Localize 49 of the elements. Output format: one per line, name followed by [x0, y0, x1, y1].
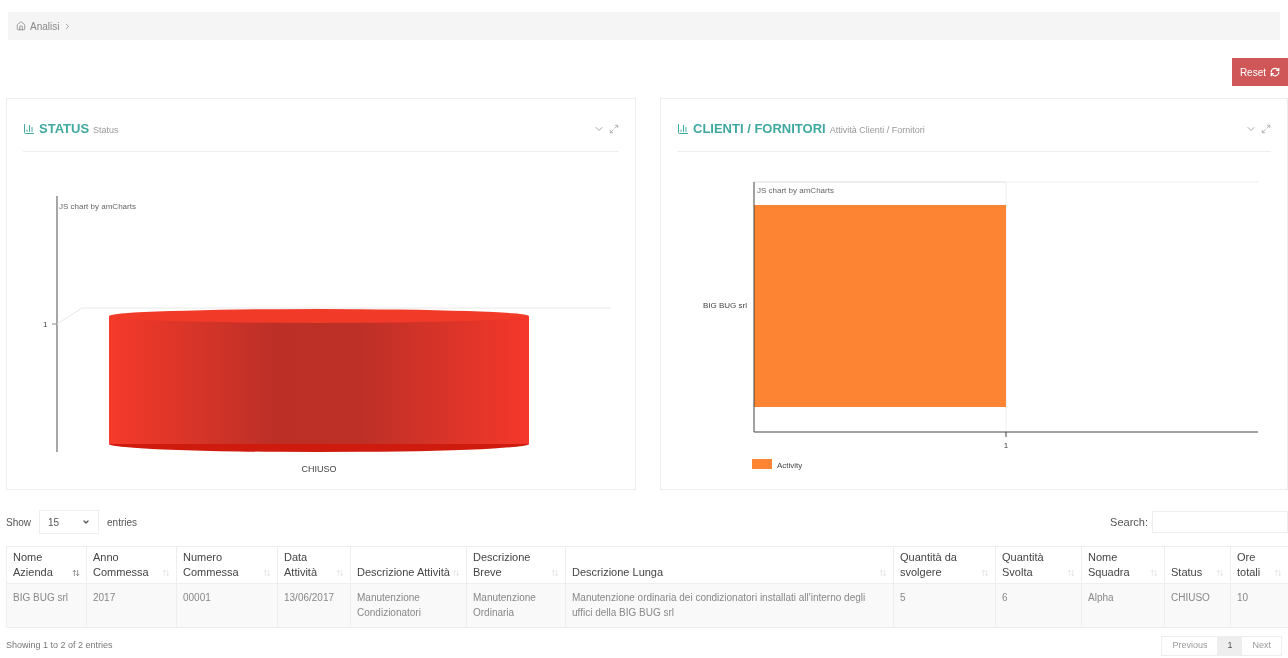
axis-tick-label: 1 — [43, 319, 48, 329]
column-header[interactable]: Descrizione Attività — [350, 546, 467, 584]
expand-icon[interactable] — [1261, 123, 1271, 134]
caret-icon — [82, 518, 90, 526]
table-cell: BIG BUG srl — [6, 583, 87, 628]
column-header[interactable]: Quantità Svolta — [995, 546, 1082, 584]
bar-chart-icon — [677, 122, 689, 135]
table-cell: 00001 — [176, 583, 278, 628]
column-header[interactable]: Status — [1164, 546, 1231, 584]
legend-swatch — [752, 458, 772, 469]
table-cell: 6 — [995, 583, 1082, 628]
column-header[interactable]: Ore totali — [1230, 546, 1288, 584]
show-label: Show — [6, 515, 31, 530]
axis-tick-label: 1 — [1003, 440, 1009, 450]
pagination-button[interactable]: 1 — [1217, 637, 1243, 655]
category-label: BIG BUG srl — [703, 300, 747, 310]
chart-credit: JS chart by amCharts — [757, 185, 834, 195]
table-cell: Manutenzione Condizionatori — [350, 583, 467, 628]
table-cell: Manutenzione ordinaria dei condizionatori installati all'interno degli uffici della BIG BUG srl — [565, 583, 894, 628]
table-cell: 13/06/2017 — [277, 583, 351, 628]
column-header[interactable]: Descrizione Breve — [466, 546, 566, 584]
category-label: CHIUSO — [301, 463, 337, 474]
panel-title: CLIENTI / FORNITORI — [693, 120, 826, 138]
column-header[interactable]: Nome Squadra — [1081, 546, 1165, 584]
legend-label: Activity — [777, 460, 803, 470]
reset-button[interactable]: Reset — [1231, 58, 1288, 86]
home-icon[interactable] — [16, 21, 26, 31]
table-cell: 5 — [893, 583, 996, 628]
table-info: Showing 1 to 2 of 2 entries — [6, 639, 113, 653]
column-header[interactable]: Anno Commessa — [86, 546, 177, 584]
chart-credit: JS chart by amCharts — [59, 201, 136, 211]
table-cell: 2017 — [86, 583, 177, 628]
search-label: Search: — [1110, 514, 1148, 530]
panel-subtitle: Status — [93, 124, 119, 137]
bar-chart-icon — [23, 122, 35, 135]
expand-icon[interactable] — [609, 123, 619, 134]
table-cell: Alpha — [1081, 583, 1165, 628]
table-cell: Manutenzione Ordinaria — [466, 583, 566, 628]
column-header[interactable]: Nome Azienda — [6, 546, 87, 584]
column-header[interactable]: Descrizione Lunga — [565, 546, 894, 584]
entries-label: entries — [107, 515, 138, 530]
panel-title: STATUS — [39, 120, 90, 138]
column-header[interactable]: Data Attività — [277, 546, 351, 584]
column-header[interactable]: Quantità da svolgere — [893, 546, 996, 584]
table-cell: CHIUSO — [1164, 583, 1231, 628]
refresh-icon — [1270, 67, 1280, 77]
page-size-select[interactable]: 15 — [39, 510, 99, 534]
column-header[interactable]: Numero Commessa — [176, 546, 278, 584]
panel-subtitle: Attività Clienti / Fornitori — [829, 124, 925, 137]
